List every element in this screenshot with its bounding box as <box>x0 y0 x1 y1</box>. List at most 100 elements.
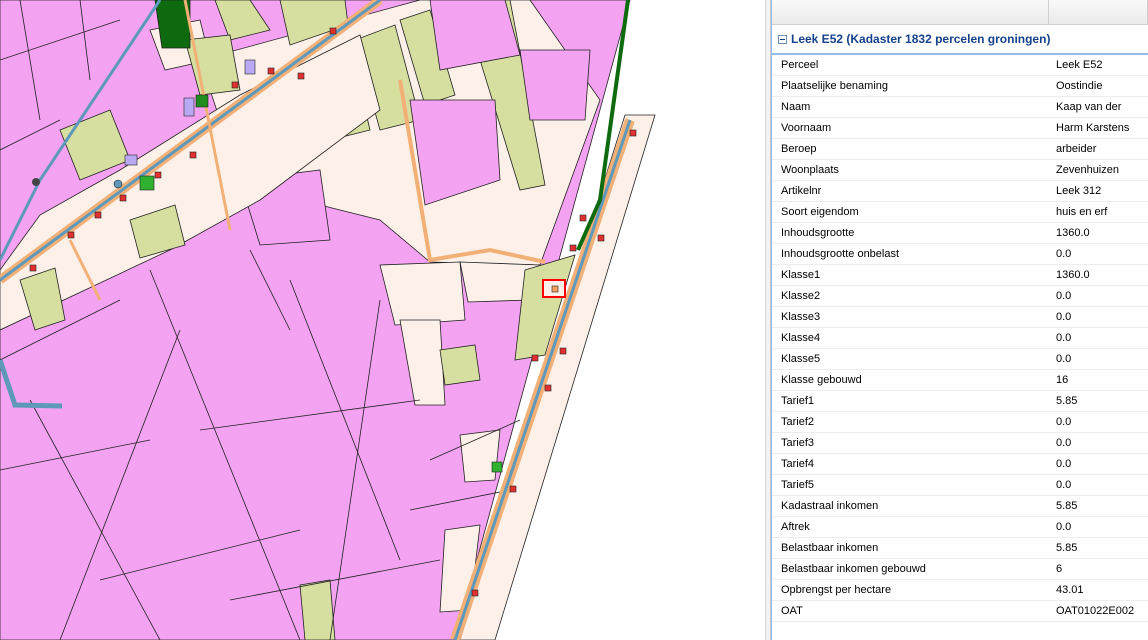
property-row[interactable]: Beroep arbeider <box>772 139 1148 160</box>
property-row[interactable]: Aftrek 0.0 <box>772 517 1148 538</box>
property-name: Voornaam <box>781 122 832 134</box>
property-row[interactable]: Inhoudsgrootte 1360.0 <box>772 223 1148 244</box>
small-lot <box>139 175 155 191</box>
property-name: Tarief4 <box>781 458 815 470</box>
property-value: 0.0 <box>1056 521 1072 533</box>
property-row[interactable]: Voornaam Harm Karstens <box>772 118 1148 139</box>
property-value: 1360.0 <box>1056 227 1090 239</box>
property-row[interactable]: Opbrengst per hectare 43.01 <box>772 580 1148 601</box>
property-row[interactable]: Klasse4 0.0 <box>772 328 1148 349</box>
property-row[interactable]: Klasse gebouwd 16 <box>772 370 1148 391</box>
property-row[interactable]: Plaatselijke benaming Oostindie <box>772 76 1148 97</box>
property-row[interactable]: Belastbaar inkomen 5.85 <box>772 538 1148 559</box>
property-name: Klasse2 <box>781 290 821 302</box>
property-row[interactable]: Soort eigendom huis en erf <box>772 202 1148 223</box>
property-value: Harm Karstens <box>1056 122 1130 134</box>
property-row[interactable]: Tarief2 0.0 <box>772 412 1148 433</box>
parcel[interactable] <box>379 261 466 326</box>
feature-info-panel: Leek E52 (Kadaster 1832 percelen groning… <box>771 0 1148 640</box>
property-row[interactable]: Artikelnr Leek 312 <box>772 181 1148 202</box>
property-value: 0.0 <box>1056 290 1072 302</box>
property-row[interactable]: Klasse1 1360.0 <box>772 265 1148 286</box>
property-value: 6 <box>1056 563 1063 575</box>
cadastral-map[interactable] <box>0 0 765 640</box>
group-header[interactable]: Leek E52 (Kadaster 1832 percelen groning… <box>772 25 1148 55</box>
property-name: Plaatselijke benaming <box>781 80 889 92</box>
property-value: Leek E52 <box>1056 59 1103 71</box>
property-name: Kadastraal inkomen <box>781 500 879 512</box>
property-name: Soort eigendom <box>781 206 859 218</box>
property-name: Tarief5 <box>781 479 815 491</box>
map-view[interactable] <box>0 0 765 640</box>
property-row[interactable]: Belastbaar inkomen gebouwd 6 <box>772 559 1148 580</box>
property-value: 0.0 <box>1056 248 1072 260</box>
property-name: Tarief2 <box>781 416 815 428</box>
property-value: huis en erf <box>1056 206 1108 218</box>
property-row[interactable]: Tarief5 0.0 <box>772 475 1148 496</box>
property-name: Belastbaar inkomen <box>781 542 879 554</box>
property-name: Beroep <box>781 143 817 155</box>
small-lot <box>124 154 138 166</box>
property-row[interactable]: Klasse3 0.0 <box>772 307 1148 328</box>
property-value: Kaap van der <box>1056 101 1122 113</box>
property-name: Tarief3 <box>781 437 815 449</box>
property-row[interactable]: OAT OAT01022E002 <box>772 601 1148 622</box>
grid-header <box>772 0 1148 25</box>
property-value: 0.0 <box>1056 353 1072 365</box>
column-header-name[interactable] <box>772 0 1049 24</box>
property-name: Belastbaar inkomen gebouwd <box>781 563 926 575</box>
property-value: OAT01022E002 <box>1056 605 1135 617</box>
property-row[interactable]: Tarief3 0.0 <box>772 433 1148 454</box>
property-name: Klasse4 <box>781 332 821 344</box>
collapse-icon[interactable] <box>778 34 787 44</box>
property-value: 0.0 <box>1056 416 1072 428</box>
selected-parcel-building <box>551 285 559 293</box>
property-row[interactable]: Tarief1 5.85 <box>772 391 1148 412</box>
property-name: Inhoudsgrootte <box>781 227 855 239</box>
parcel[interactable] <box>439 344 481 386</box>
property-value: arbeider <box>1056 143 1097 155</box>
group-title: Leek E52 (Kadaster 1832 percelen groning… <box>791 32 1051 46</box>
property-value: 0.0 <box>1056 458 1072 470</box>
property-grid: Perceel Leek E52 Plaatselijke benaming Oost… <box>772 55 1148 622</box>
property-value: 0.0 <box>1056 311 1072 323</box>
property-value: Leek 312 <box>1056 185 1102 197</box>
property-row[interactable]: Tarief4 0.0 <box>772 454 1148 475</box>
property-value: 1360.0 <box>1056 269 1090 281</box>
property-row[interactable]: Klasse2 0.0 <box>772 286 1148 307</box>
property-name: Opbrengst per hectare <box>781 584 892 596</box>
property-value: 43.01 <box>1056 584 1084 596</box>
column-header-value[interactable] <box>1049 0 1148 24</box>
small-lot <box>491 461 503 473</box>
property-value: 16 <box>1056 374 1069 386</box>
property-row[interactable]: Inhoudsgrootte onbelast 0.0 <box>772 244 1148 265</box>
property-name: Perceel <box>781 59 819 71</box>
property-name: Woonplaats <box>781 164 839 176</box>
parcel[interactable] <box>299 579 336 640</box>
property-name: Klasse gebouwd <box>781 374 862 386</box>
property-name: Tarief1 <box>781 395 815 407</box>
property-name: Inhoudsgrootte onbelast <box>781 248 900 260</box>
small-lot <box>183 97 195 117</box>
property-row[interactable]: Naam Kaap van der <box>772 97 1148 118</box>
property-value: 0.0 <box>1056 332 1072 344</box>
property-name: Artikelnr <box>781 185 822 197</box>
property-value: 5.85 <box>1056 500 1078 512</box>
property-name: Naam <box>781 101 811 113</box>
property-value: Oostindie <box>1056 80 1103 92</box>
property-row[interactable]: Perceel Leek E52 <box>772 55 1148 76</box>
property-value: 0.0 <box>1056 479 1072 491</box>
property-row[interactable]: Woonplaats Zevenhuizen <box>772 160 1148 181</box>
property-value: Zevenhuizen <box>1056 164 1119 176</box>
property-name: OAT <box>781 605 803 617</box>
property-name: Klasse5 <box>781 353 821 365</box>
property-row[interactable]: Kadastraal inkomen 5.85 <box>772 496 1148 517</box>
property-name: Aftrek <box>781 521 810 533</box>
property-value: 5.85 <box>1056 542 1078 554</box>
property-row[interactable]: Klasse5 0.0 <box>772 349 1148 370</box>
parcel[interactable] <box>519 49 591 121</box>
canal-junction <box>32 178 40 186</box>
property-name: Klasse3 <box>781 311 821 323</box>
small-lot <box>244 59 256 75</box>
property-value: 5.85 <box>1056 395 1078 407</box>
